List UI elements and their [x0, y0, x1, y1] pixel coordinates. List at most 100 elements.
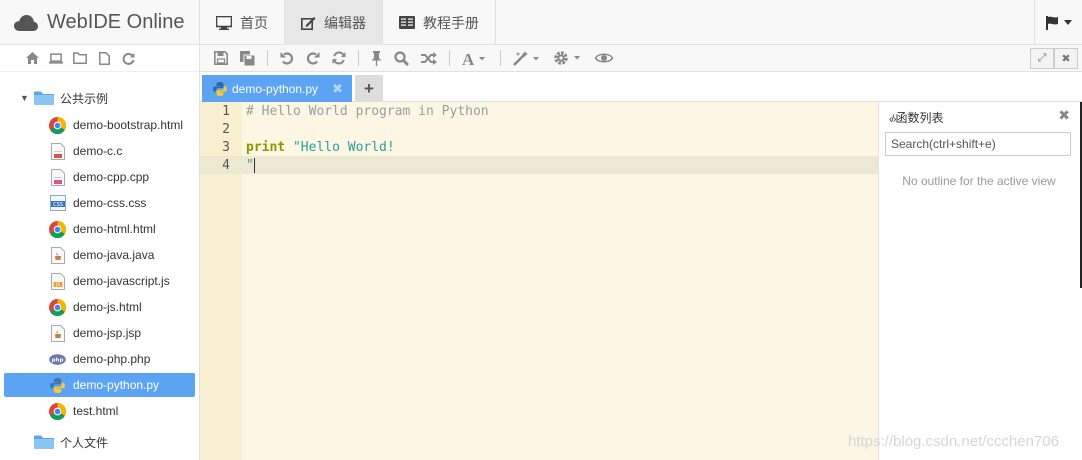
python-icon	[213, 81, 227, 96]
watermark: https://blog.csdn.net/ccchen706	[848, 433, 1059, 450]
file-name: demo-bootstrap.html	[73, 118, 184, 132]
line-number: 3	[222, 140, 230, 155]
css-file-icon: CSS	[49, 195, 66, 212]
file-item[interactable]: demo-jsp.jsp	[4, 321, 195, 345]
tab-manual-label: 教程手册	[423, 14, 479, 31]
java-file-icon	[49, 324, 66, 342]
pin-icon[interactable]	[371, 50, 382, 66]
file-name: demo-cpp.cpp	[73, 170, 150, 184]
svg-text:JS: JS	[55, 282, 60, 287]
expand-icon[interactable]: ⤢	[1030, 48, 1054, 69]
cpp-file-icon	[49, 168, 66, 186]
folder-label: 个人文件	[60, 435, 109, 450]
save-all-icon[interactable]	[240, 50, 255, 66]
brand[interactable]: WebIDE Online	[0, 0, 200, 45]
file-name: demo-html.html	[73, 222, 156, 236]
caret-down-icon[interactable]: ▼	[20, 93, 30, 103]
file-name: demo-javascript.js	[73, 274, 170, 288]
font-icon[interactable]: A	[462, 50, 488, 66]
main-nav-tabs: 首页 编辑器 教程手册	[200, 0, 496, 45]
save-icon[interactable]	[214, 50, 228, 66]
file-item[interactable]: JS demo-javascript.js	[4, 269, 195, 293]
file-explorer: ▼ 公共示例 demo-bootstrap.html demo-c.c demo…	[0, 45, 200, 460]
folder-icon[interactable]	[73, 51, 87, 65]
file-item[interactable]: demo-java.java	[4, 243, 195, 267]
close-icon[interactable]: ✖	[1058, 107, 1070, 124]
file-item-selected[interactable]: demo-python.py	[4, 373, 195, 397]
refresh-icon[interactable]	[121, 51, 135, 65]
text-cursor	[253, 158, 255, 173]
file-name: demo-python.py	[73, 378, 160, 392]
file-name: test.html	[73, 404, 119, 418]
js-file-icon: JS	[49, 272, 66, 290]
book-icon	[399, 16, 415, 29]
editor-tab-label: demo-python.py	[232, 81, 319, 96]
java-file-icon	[49, 246, 66, 264]
search-icon[interactable]	[394, 50, 409, 66]
file-item[interactable]: demo-bootstrap.html	[4, 113, 195, 137]
folder-icon	[34, 435, 54, 449]
file-item[interactable]: demo-js.html	[4, 295, 195, 319]
file-name: demo-php.php	[73, 352, 151, 366]
file-name: demo-js.html	[73, 300, 142, 314]
file-item[interactable]: demo-cpp.cpp	[4, 165, 195, 189]
c-file-icon	[49, 142, 66, 160]
file-item[interactable]: php demo-php.php	[4, 347, 195, 371]
tab-home-label: 首页	[240, 14, 268, 31]
code-string: "Hello World!	[285, 140, 395, 155]
svg-text:CSS: CSS	[53, 202, 63, 208]
python-icon	[49, 377, 66, 394]
tab-home[interactable]: 首页	[200, 0, 285, 45]
file-item[interactable]: demo-c.c	[4, 139, 195, 163]
close-icon[interactable]: ✖	[1054, 48, 1078, 69]
outline-search-input[interactable]	[885, 132, 1071, 156]
outline-panel: ‹/›函数列表 ✖ No outline for the active view	[878, 102, 1080, 460]
file-item[interactable]: CSS demo-css.css	[4, 191, 195, 215]
code-comment: # Hello World program in Python	[246, 104, 489, 119]
file-icon[interactable]	[97, 51, 111, 65]
line-number: 2	[222, 122, 230, 137]
tab-editor[interactable]: 编辑器	[285, 0, 383, 45]
toolbar-divider	[500, 50, 501, 66]
line-number: 1	[222, 104, 230, 119]
outline-empty-message: No outline for the active view	[902, 174, 1056, 188]
redo-icon[interactable]	[306, 50, 320, 66]
undo-icon[interactable]	[280, 50, 294, 66]
flag-dropdown[interactable]	[1034, 0, 1082, 45]
add-tab-button[interactable]: +	[355, 75, 383, 102]
toolbar-divider	[358, 50, 359, 66]
chrome-icon	[49, 116, 66, 134]
tab-editor-label: 编辑器	[324, 14, 366, 31]
file-name: demo-c.c	[73, 144, 123, 158]
laptop-icon[interactable]	[49, 51, 63, 65]
chrome-icon	[49, 220, 66, 238]
file-name: demo-css.css	[73, 196, 147, 210]
explorer-toolbar	[0, 45, 199, 72]
eye-icon[interactable]	[595, 50, 613, 66]
folder-public-examples[interactable]: ▼ 公共示例	[20, 87, 108, 109]
magic-wand-icon[interactable]	[513, 50, 541, 66]
tab-close-icon[interactable]: ✖	[332, 81, 343, 97]
shuffle-icon[interactable]	[421, 50, 437, 66]
refresh-icon[interactable]	[332, 50, 346, 66]
home-icon[interactable]	[25, 51, 39, 65]
file-item[interactable]: test.html	[4, 399, 195, 423]
folder-label: 公共示例	[60, 91, 109, 106]
window-buttons: ⤢ ✖	[1030, 48, 1078, 69]
code-line-4: "	[242, 157, 878, 175]
svg-text:php: php	[52, 357, 64, 363]
code-line-3: print "Hello World!	[242, 139, 878, 157]
top-navbar: WebIDE Online 首页 编辑器 教程手册	[0, 0, 1082, 45]
editor-tab-active[interactable]: demo-python.py ✖	[202, 75, 352, 102]
code-keyword: print	[246, 140, 286, 155]
file-name: demo-java.java	[73, 248, 155, 262]
edit-icon	[301, 16, 316, 30]
code-line-1: # Hello World program in Python	[242, 103, 878, 121]
chrome-icon	[49, 298, 66, 316]
folder-personal-files[interactable]: 个人文件	[34, 431, 108, 453]
monitor-icon	[216, 15, 232, 30]
file-item[interactable]: demo-html.html	[4, 217, 195, 241]
settings-icon[interactable]	[553, 50, 583, 66]
tab-manual[interactable]: 教程手册	[383, 0, 496, 45]
folder-icon	[34, 91, 54, 105]
